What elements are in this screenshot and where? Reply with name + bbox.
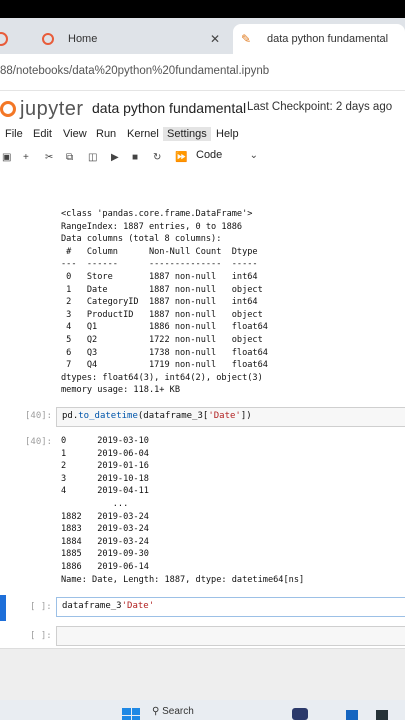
tray-app-icon[interactable] (376, 710, 388, 720)
notebook-area: <class 'pandas.core.frame.DataFrame'> Ra… (0, 172, 405, 648)
cell-input-prompt: [40]: (25, 411, 53, 421)
tray-app-icon[interactable] (346, 710, 358, 720)
cut-icon[interactable]: ✂ (45, 152, 53, 163)
stop-icon[interactable]: ■ (132, 152, 138, 163)
chevron-down-icon: ⌄ (249, 150, 258, 161)
cell-input-prompt: [ ]: (30, 631, 52, 641)
page-footer (0, 648, 405, 701)
close-tab-icon[interactable]: ✕ (210, 32, 220, 46)
tab-label: data python fundamental (267, 33, 389, 45)
tab-home[interactable]: Home ✕ (36, 24, 228, 54)
menu-bar: File Edit View Run Kernel Settings Help (0, 124, 405, 146)
menu-run[interactable]: Run (96, 127, 116, 141)
notebook-toolbar: ▣ + ✂ ⧉ ◫ ▶ ■ ↻ ⏩ Code ⌄ (0, 146, 405, 173)
url-text[interactable]: 88/notebooks/data%20python%20fundamental… (0, 65, 269, 77)
menu-edit[interactable]: Edit (33, 127, 52, 141)
code-cell-active[interactable]: dataframe_3'Date' (56, 597, 405, 617)
tab-strip: Home ✕ ✎ data python fundamental (0, 18, 405, 54)
code-line[interactable]: dataframe_3'Date' (62, 601, 154, 611)
code-line[interactable]: pd.to_datetime(dataframe_3['Date']) (62, 411, 252, 421)
notebook-cells: <class 'pandas.core.frame.DataFrame'> Ra… (0, 172, 405, 648)
active-cell-indicator (0, 595, 6, 621)
windows-start-icon[interactable] (122, 708, 140, 720)
cell-type-select[interactable]: Code ⌄ (196, 149, 260, 166)
cell-input-prompt: [ ]: (30, 602, 52, 612)
notebook-title[interactable]: data python fundamental (92, 100, 246, 116)
datetime-output: 0 2019-03-10 1 2019-06-04 2 2019-01-16 3… (61, 436, 305, 585)
menu-help[interactable]: Help (216, 127, 239, 141)
jupyter-logo-icon (0, 101, 16, 117)
taskbar-search[interactable]: ⚲ Search (152, 706, 224, 720)
browser-window: Home ✕ ✎ data python fundamental 88/note… (0, 18, 405, 720)
fast-forward-icon[interactable]: ⏩ (175, 152, 187, 163)
os-taskbar: ⚲ Search (0, 700, 405, 720)
menu-file[interactable]: File (5, 127, 23, 141)
menu-settings[interactable]: Settings (163, 127, 211, 141)
jupyter-favicon-icon (0, 32, 8, 46)
run-icon[interactable]: ▶ (111, 152, 119, 163)
app-icon[interactable] (292, 708, 308, 720)
cell-output-prompt: [40]: (25, 437, 53, 447)
menu-kernel[interactable]: Kernel (127, 127, 159, 141)
copy-icon[interactable]: ⧉ (66, 152, 73, 163)
info-output: <class 'pandas.core.frame.DataFrame'> Ra… (61, 209, 268, 396)
add-cell-icon[interactable]: + (23, 152, 29, 163)
code-cell-empty[interactable] (56, 626, 405, 646)
jupyter-header: jupyter data python fundamental Last Che… (0, 92, 405, 124)
code-cell-40[interactable]: pd.to_datetime(dataframe_3['Date']) (56, 407, 405, 427)
save-icon[interactable]: ▣ (2, 152, 11, 163)
jupyter-logo[interactable]: jupyter (0, 98, 84, 121)
tab-notebook[interactable]: ✎ data python fundamental (233, 24, 405, 54)
notebook-favicon-icon: ✎ (241, 32, 252, 46)
menu-view[interactable]: View (63, 127, 87, 141)
jupyter-favicon-icon (42, 33, 54, 45)
paste-icon[interactable]: ◫ (88, 152, 97, 163)
tab-partial[interactable] (0, 24, 28, 54)
checkpoint-status: Last Checkpoint: 2 days ago (247, 101, 393, 113)
tab-label: Home (68, 33, 98, 45)
restart-icon[interactable]: ↻ (153, 152, 161, 163)
address-bar[interactable]: 88/notebooks/data%20python%20fundamental… (0, 54, 405, 91)
